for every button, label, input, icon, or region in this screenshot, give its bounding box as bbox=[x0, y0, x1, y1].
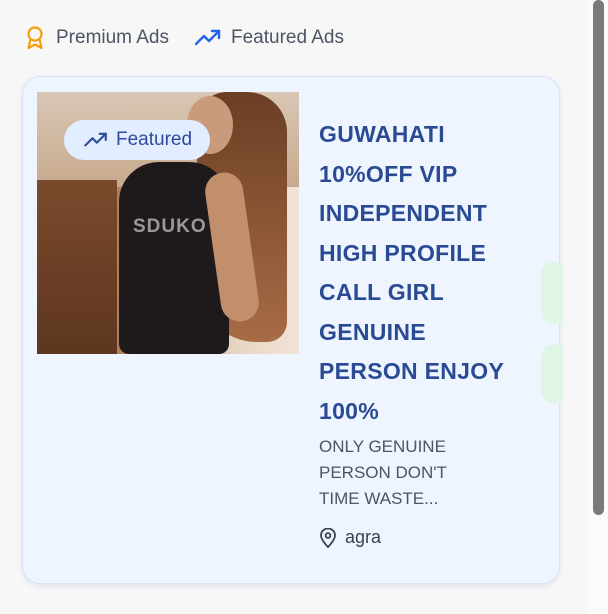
featured-badge: Featured bbox=[64, 120, 211, 160]
scrollbar-thumb[interactable] bbox=[593, 0, 604, 515]
trending-up-icon bbox=[194, 29, 221, 46]
legend-premium-label: Premium Ads bbox=[56, 27, 169, 48]
award-icon bbox=[27, 26, 43, 50]
featured-badge-label: Featured bbox=[116, 129, 193, 150]
legend-featured[interactable]: Featured Ads bbox=[194, 27, 345, 49]
image-watermark: SDUKO bbox=[133, 216, 207, 237]
image-door bbox=[37, 180, 117, 354]
vertical-scrollbar[interactable] bbox=[588, 0, 608, 614]
ad-type-legend: Premium Ads Featured Ads bbox=[24, 26, 344, 50]
next-card-peek bbox=[541, 345, 563, 403]
trending-up-icon bbox=[84, 132, 107, 147]
next-card-peek bbox=[541, 262, 563, 324]
ad-title[interactable]: GUWAHATI 10%OFF VIP INDEPENDENT HIGH PRO… bbox=[319, 115, 529, 431]
legend-featured-label: Featured Ads bbox=[230, 27, 345, 48]
ad-location-label: agra bbox=[345, 527, 382, 547]
ad-card[interactable]: SDUKO Featured GUWAHATI 10%OFF VIP INDEP… bbox=[22, 76, 563, 584]
ad-description: ONLY GENUINE PERSON DON'T TIME WASTE... bbox=[319, 437, 447, 508]
legend-premium[interactable]: Premium Ads bbox=[24, 26, 169, 50]
map-pin-icon bbox=[320, 527, 336, 548]
ad-location: agra bbox=[319, 527, 381, 548]
